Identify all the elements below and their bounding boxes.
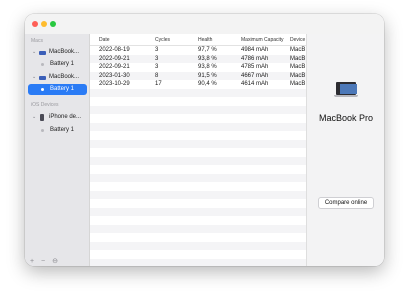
table-stripe: [90, 97, 306, 106]
table-cell: 3: [155, 64, 159, 70]
table-stripe: [90, 148, 306, 157]
sidebar-toolbar: + − ⊖: [30, 257, 63, 265]
sidebar-item-label: Battery 1: [50, 127, 75, 133]
table-stripe: [90, 224, 306, 233]
table-stripe: [90, 207, 306, 216]
table-stripe: [90, 233, 306, 242]
sidebar-item-macbook-1[interactable]: ⌄ MacBook...: [28, 47, 87, 58]
close-window-button[interactable]: [32, 21, 38, 27]
table-stripe: [90, 131, 306, 140]
table-cell: MacB: [290, 81, 306, 87]
table-stripe: [90, 156, 306, 165]
table-stripe: [90, 122, 306, 131]
table-cell: MacB: [290, 47, 306, 53]
chevron-down-icon[interactable]: ⌄: [32, 114, 36, 120]
sidebar-item-battery-3[interactable]: Battery 1: [28, 125, 87, 136]
column-header-date[interactable]: Date: [99, 37, 110, 43]
table-cell: MacB: [290, 64, 306, 70]
column-header-health[interactable]: Health: [198, 37, 212, 43]
sidebar-item-battery-1[interactable]: Battery 1: [28, 59, 87, 70]
table-cell: 4667 mAh: [241, 72, 269, 79]
table-stripe: [90, 114, 306, 123]
table-stripe: [90, 165, 306, 174]
chevron-down-icon[interactable]: ⌄: [32, 49, 36, 55]
table-cell: 4614 mAh: [241, 81, 269, 87]
sidebar-item-label: Battery 1: [50, 61, 75, 67]
table-cell: 8: [155, 72, 159, 79]
app-window: Macs ⌄ MacBook... Battery 1 ⌄ MacBook...…: [25, 14, 384, 266]
table-cell: 3: [155, 47, 159, 53]
title-bar: [25, 14, 384, 34]
sidebar: Macs ⌄ MacBook... Battery 1 ⌄ MacBook...…: [25, 34, 90, 266]
battery-history-table: Date Cycles Health Maximum Capacity Devi…: [90, 34, 306, 266]
table-cell: 2022-09-21: [99, 55, 130, 62]
table-cell: 4786 mAh: [241, 55, 269, 62]
chevron-down-icon[interactable]: ⌄: [32, 74, 36, 80]
table-stripe: [90, 250, 306, 259]
more-options-button[interactable]: ⊖: [52, 258, 58, 265]
macbook-icon: [39, 51, 46, 55]
macbook-pro-icon: [334, 82, 358, 100]
table-cell: 17: [155, 81, 162, 87]
table-stripe: [90, 88, 306, 97]
sidebar-item-label: MacBook...: [49, 74, 80, 80]
table-stripe: [90, 216, 306, 225]
device-name: MacBook Pro: [318, 113, 374, 123]
table-cell: 4984 mAh: [241, 47, 269, 53]
table-cell: 2023-01-30: [99, 72, 130, 79]
iphone-icon: [40, 114, 44, 121]
table-cell: 91,5 %: [198, 72, 217, 79]
table-cell: 2022-08-19: [99, 47, 130, 53]
table-stripe: [90, 105, 306, 114]
table-cell: MacB: [290, 72, 306, 79]
table-stripe: [90, 182, 306, 191]
table-header: Date Cycles Health Maximum Capacity Devi…: [90, 34, 306, 46]
table-stripe: [90, 241, 306, 250]
minimize-window-button[interactable]: [41, 21, 47, 27]
add-button[interactable]: +: [30, 258, 34, 265]
column-header-cycles[interactable]: Cycles: [155, 37, 170, 43]
battery-icon: [41, 129, 44, 132]
sidebar-item-battery-2-selected[interactable]: Battery 1: [28, 84, 87, 95]
table-cell: 3: [155, 55, 159, 62]
table-cell: 2023-10-29: [99, 81, 130, 87]
battery-icon: [41, 63, 44, 66]
macbook-icon: [39, 76, 46, 80]
table-cell: 90,4 %: [198, 81, 217, 87]
battery-icon: [41, 88, 44, 91]
sidebar-item-iphone[interactable]: ⌄ iPhone de...: [28, 112, 87, 123]
section-header-ios-devices: iOS Devices: [31, 102, 59, 108]
table-stripe: [90, 199, 306, 208]
table-stripe: [90, 258, 306, 266]
table-cell: 97,7 %: [198, 47, 217, 53]
detail-pane: MacBook Pro Compare online: [306, 34, 384, 266]
table-cell: 4785 mAh: [241, 64, 269, 70]
table-stripe: [90, 173, 306, 182]
compare-online-button[interactable]: Compare online: [318, 197, 374, 209]
maximize-window-button[interactable]: [50, 21, 56, 27]
table-cell: 2022-09-21: [99, 64, 130, 70]
table-stripe: [90, 139, 306, 148]
table-cell: MacB: [290, 55, 306, 62]
sidebar-item-label: MacBook...: [49, 49, 80, 55]
table-cell: 93,8 %: [198, 55, 217, 62]
table-stripe: [90, 190, 306, 199]
table-cell: 93,8 %: [198, 64, 217, 70]
sidebar-item-macbook-2[interactable]: ⌄ MacBook...: [28, 72, 87, 83]
section-header-macs: Macs: [31, 38, 43, 44]
column-header-maximum-capacity[interactable]: Maximum Capacity: [241, 37, 284, 43]
remove-button[interactable]: −: [41, 258, 45, 265]
column-header-device[interactable]: Device: [290, 37, 305, 43]
sidebar-item-label: iPhone de...: [49, 114, 82, 120]
sidebar-item-label: Battery 1: [50, 86, 75, 92]
